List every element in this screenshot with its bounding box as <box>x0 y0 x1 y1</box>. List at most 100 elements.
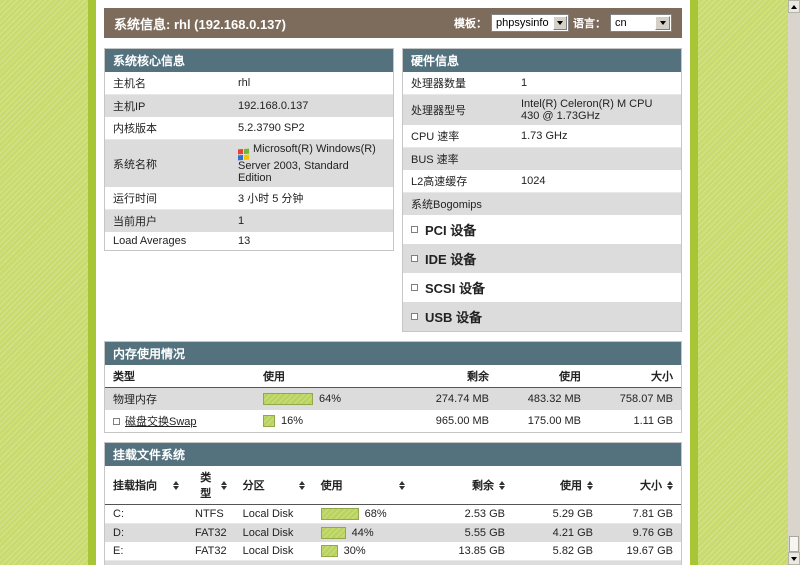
arrow-down-icon <box>791 557 797 561</box>
hardware-value: 1024 <box>513 170 681 193</box>
device-group-label: PCI 设备 <box>425 220 476 239</box>
expand-icon[interactable] <box>411 313 418 320</box>
vitals-value: 3 小时 5 分钟 <box>230 187 393 210</box>
table-row: 主机IP 192.168.0.137 <box>105 95 393 118</box>
language-select-arrow[interactable] <box>655 16 670 30</box>
table-row: E: FAT32 Local Disk 30% 13.85 GB 5.82 GB… <box>105 542 681 561</box>
column-header: 大小 <box>589 365 681 388</box>
expand-icon[interactable] <box>113 418 120 425</box>
table-row: F: Compact Disc 0% 0.00 KB 0.00 KB 0.00 … <box>105 561 681 565</box>
hardware-label: 处理器型号 <box>403 95 513 126</box>
language-label: 语言： <box>573 15 606 31</box>
windows-logo-icon <box>238 149 249 161</box>
page-title: 系统信息: rhl (192.168.0.137) <box>114 14 286 33</box>
vitals-value: rhl <box>230 72 393 95</box>
table-row: 内核版本 5.2.3790 SP2 <box>105 117 393 140</box>
scroll-down-button[interactable] <box>788 552 800 565</box>
expand-icon[interactable] <box>411 226 418 233</box>
swap-toggle[interactable]: 磁盘交换Swap <box>113 413 197 429</box>
sort-icon[interactable] <box>667 481 673 490</box>
fs-usage-cell: 44% <box>313 524 413 543</box>
hardware-label: L2高速缓存 <box>403 170 513 193</box>
scsi-devices-toggle[interactable]: SCSI 设备 <box>403 273 681 302</box>
hardware-title: 硬件信息 <box>403 49 681 72</box>
fs-mount: E: <box>105 542 187 561</box>
usage-bar <box>321 545 338 557</box>
sort-icon[interactable] <box>299 481 305 490</box>
scrollbar-thumb[interactable] <box>789 536 799 552</box>
hardware-value <box>513 193 681 216</box>
fs-partition: Local Disk <box>235 542 313 561</box>
hardware-label: 处理器数量 <box>403 72 513 95</box>
column-header: 使用 <box>560 477 582 493</box>
template-select-arrow[interactable] <box>553 16 567 30</box>
column-header: 使用 <box>497 365 589 388</box>
sort-column-size[interactable]: 大小 <box>601 466 681 505</box>
column-header: 使用 <box>255 365 385 388</box>
hardware-panel: 硬件信息 处理器数量 1 处理器型号 Intel(R) Celeron(R) M… <box>402 48 682 332</box>
filesystems-panel: 挂载文件系统 挂载指向 类型 分区 使用 剩余 使用 大小 C: NTFS Lo… <box>104 442 682 565</box>
usage-bar <box>263 393 313 405</box>
table-row: 当前用户 1 <box>105 210 393 233</box>
language-select-value: cn <box>611 17 655 29</box>
fs-type: FAT32 <box>187 542 235 561</box>
titlebar: 系统信息: rhl (192.168.0.137) 模板： phpsysinfo… <box>104 8 682 38</box>
vertical-scrollbar[interactable] <box>788 0 800 565</box>
memory-free: 274.74 MB <box>385 388 497 411</box>
table-row: C: NTFS Local Disk 68% 2.53 GB 5.29 GB 7… <box>105 505 681 524</box>
table-row: 系统名称 Microsoft(R) Windows(R) Server 2003… <box>105 140 393 188</box>
table-row: 处理器型号 Intel(R) Celeron(R) M CPU 430 @ 1.… <box>403 95 681 126</box>
sort-column-type[interactable]: 类型 <box>187 466 235 505</box>
filesystems-table: 挂载指向 类型 分区 使用 剩余 使用 大小 C: NTFS Local Dis… <box>105 466 681 565</box>
memory-free: 965.00 MB <box>385 410 497 432</box>
language-select[interactable]: cn <box>610 14 672 32</box>
table-row: 主机名 rhl <box>105 72 393 95</box>
vitals-table: 主机名 rhl 主机IP 192.168.0.137 内核版本 5.2.3790… <box>105 72 393 250</box>
vitals-panel: 系统核心信息 主机名 rhl 主机IP 192.168.0.137 内核版本 5… <box>104 48 394 251</box>
template-select-value: phpsysinfo <box>492 17 553 29</box>
memory-size: 1.11 GB <box>589 410 681 432</box>
sort-icon[interactable] <box>399 481 405 490</box>
pci-devices-toggle[interactable]: PCI 设备 <box>403 215 681 244</box>
vitals-value: 5.2.3790 SP2 <box>230 117 393 140</box>
usage-percent: 64% <box>319 393 341 405</box>
fs-usage-cell: 30% <box>313 542 413 561</box>
hardware-label: CPU 速率 <box>403 125 513 148</box>
column-header: 剩余 <box>385 365 497 388</box>
fs-partition: Local Disk <box>235 505 313 524</box>
table-row: BUS 速率 <box>403 148 681 171</box>
ide-devices-toggle[interactable]: IDE 设备 <box>403 244 681 273</box>
table-row: L2高速缓存 1024 <box>403 170 681 193</box>
sort-column-usage[interactable]: 使用 <box>313 466 413 505</box>
fs-size: 9.76 GB <box>601 524 681 543</box>
expand-icon[interactable] <box>411 255 418 262</box>
usb-devices-toggle[interactable]: USB 设备 <box>403 302 681 331</box>
vitals-value: 1 <box>230 210 393 233</box>
fs-size: 7.81 GB <box>601 505 681 524</box>
sort-icon[interactable] <box>587 481 593 490</box>
memory-type: 物理内存 <box>105 388 255 411</box>
expand-icon[interactable] <box>411 284 418 291</box>
chevron-down-icon <box>557 21 563 25</box>
memory-size: 758.07 MB <box>589 388 681 411</box>
sort-column-used[interactable]: 使用 <box>513 466 601 505</box>
table-row: 处理器数量 1 <box>403 72 681 95</box>
left-accent-strip <box>88 0 96 565</box>
template-select[interactable]: phpsysinfo <box>491 14 569 32</box>
fs-type: NTFS <box>187 505 235 524</box>
fs-type: FAT32 <box>187 524 235 543</box>
filesystems-title: 挂载文件系统 <box>105 443 681 466</box>
sort-icon[interactable] <box>173 481 179 490</box>
column-header: 大小 <box>640 477 662 493</box>
scroll-up-button[interactable] <box>788 0 800 13</box>
sort-column-free[interactable]: 剩余 <box>413 466 513 505</box>
vitals-label: 系统名称 <box>105 140 230 188</box>
column-header: 剩余 <box>472 477 494 493</box>
sort-icon[interactable] <box>221 481 227 490</box>
arrow-up-icon <box>791 5 797 9</box>
sort-column-partition[interactable]: 分区 <box>235 466 313 505</box>
swap-link[interactable]: 磁盘交换Swap <box>125 413 197 429</box>
sort-icon[interactable] <box>499 481 505 490</box>
sort-column-mount[interactable]: 挂载指向 <box>105 466 187 505</box>
fs-size: 0.00 KB <box>601 561 681 565</box>
